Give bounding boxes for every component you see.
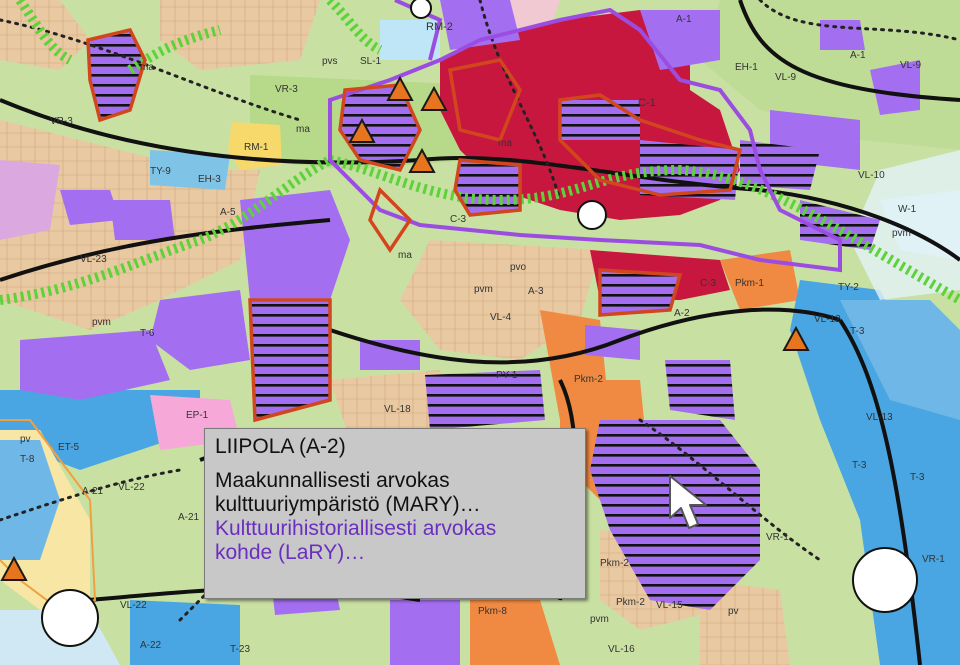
svg-text:Pkm-2: Pkm-2 <box>600 558 629 569</box>
svg-text:C-3: C-3 <box>700 278 717 289</box>
svg-text:ET-5: ET-5 <box>58 442 80 453</box>
svg-text:pvm: pvm <box>892 228 911 239</box>
svg-text:A-2: A-2 <box>674 308 690 319</box>
svg-text:VL-22: VL-22 <box>118 482 145 493</box>
svg-text:VL-4: VL-4 <box>490 312 512 323</box>
svg-text:PY-1: PY-1 <box>496 370 518 381</box>
svg-text:VL-23: VL-23 <box>80 254 107 265</box>
svg-text:VL-9: VL-9 <box>900 60 922 71</box>
svg-text:Pkm-8: Pkm-8 <box>478 606 507 617</box>
svg-text:VL-9: VL-9 <box>775 72 797 83</box>
svg-text:RM-2: RM-2 <box>426 21 453 33</box>
svg-text:T-8: T-8 <box>20 454 35 465</box>
svg-text:A-21: A-21 <box>178 512 200 523</box>
svg-text:pvm: pvm <box>92 317 111 328</box>
svg-text:pvm: pvm <box>474 284 493 295</box>
popup-title: LIIPOLA (A-2) <box>215 435 346 458</box>
svg-text:A-1: A-1 <box>676 14 692 25</box>
lary-label-line-1: Kulttuurihistoriallisesti arvokas <box>215 517 497 540</box>
svg-text:SL-1: SL-1 <box>360 56 382 67</box>
svg-text:RM-1: RM-1 <box>244 142 269 153</box>
svg-text:TY-9: TY-9 <box>150 166 171 177</box>
cursor-arrow-icon <box>669 475 707 529</box>
svg-text:T-6: T-6 <box>140 328 155 339</box>
svg-text:A-1: A-1 <box>850 50 866 61</box>
svg-text:ma: ma <box>398 250 412 261</box>
svg-text:A-3: A-3 <box>528 286 544 297</box>
mary-label-line-1: Maakunnallisesti arvokas <box>215 469 450 492</box>
svg-text:pvm: pvm <box>590 614 609 625</box>
svg-text:VL-22: VL-22 <box>120 600 147 611</box>
svg-text:pv: pv <box>20 434 31 445</box>
svg-text:T-23: T-23 <box>230 644 250 655</box>
mary-label-line-2[interactable]: kulttuuriympäristö (MARY)… <box>215 493 585 517</box>
svg-text:VL-13: VL-13 <box>866 412 893 423</box>
svg-text:EP-1: EP-1 <box>186 410 209 421</box>
svg-text:A-5: A-5 <box>220 207 236 218</box>
svg-text:pvs: pvs <box>322 56 338 67</box>
svg-text:VL-15: VL-15 <box>656 600 683 611</box>
svg-text:EH-1: EH-1 <box>735 62 758 73</box>
svg-text:Pkm-1: Pkm-1 <box>735 278 764 289</box>
svg-text:ma: ma <box>498 138 512 149</box>
svg-text:VR-1: VR-1 <box>766 532 789 543</box>
svg-text:TY-2: TY-2 <box>838 282 859 293</box>
svg-text:VR-1: VR-1 <box>922 554 945 565</box>
svg-text:VL-18: VL-18 <box>384 404 411 415</box>
svg-text:T-3: T-3 <box>910 472 925 483</box>
zone-info-popup: LIIPOLA (A-2) Maakunnallisesti arvokas k… <box>204 428 586 599</box>
svg-text:EH-3: EH-3 <box>198 174 221 185</box>
svg-text:T-3: T-3 <box>852 460 867 471</box>
svg-text:Pkm-2: Pkm-2 <box>574 374 603 385</box>
svg-text:pvo: pvo <box>510 262 527 273</box>
svg-text:ma: ma <box>296 124 310 135</box>
svg-text:VR-3: VR-3 <box>50 116 73 127</box>
lary-label-line-2[interactable]: kohde (LaRY)… <box>215 541 585 565</box>
svg-text:ma: ma <box>140 62 154 73</box>
svg-text:VL-16: VL-16 <box>608 644 635 655</box>
svg-text:pv: pv <box>728 606 739 617</box>
svg-text:VL-12: VL-12 <box>814 314 841 325</box>
svg-text:A-22: A-22 <box>140 640 162 651</box>
svg-text:W-1: W-1 <box>898 204 917 215</box>
svg-text:VR-3: VR-3 <box>275 84 298 95</box>
svg-text:T-3: T-3 <box>850 326 865 337</box>
svg-text:VL-10: VL-10 <box>858 170 885 181</box>
svg-text:C-1: C-1 <box>638 97 656 109</box>
svg-text:C-3: C-3 <box>450 214 467 225</box>
svg-text:Pkm-2: Pkm-2 <box>616 597 645 608</box>
svg-text:A-21: A-21 <box>82 486 104 497</box>
